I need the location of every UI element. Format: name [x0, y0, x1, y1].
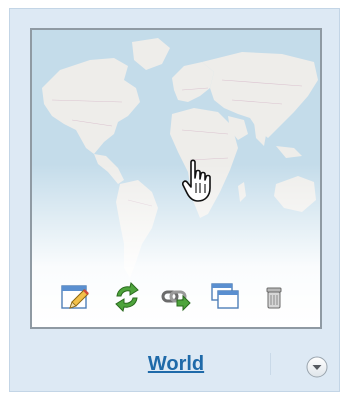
delete-button[interactable] — [259, 282, 289, 312]
link-button[interactable] — [161, 282, 191, 312]
map-thumbnail[interactable] — [30, 28, 322, 329]
map-toolbar — [60, 282, 300, 312]
refresh-button[interactable] — [112, 282, 142, 312]
map-card: World — [9, 8, 340, 392]
link-icon — [161, 290, 191, 312]
open-windows-button[interactable] — [210, 282, 240, 312]
edit-icon — [61, 285, 89, 309]
trash-icon — [266, 287, 282, 309]
options-menu-button[interactable] — [306, 356, 328, 378]
chevron-down-icon — [306, 356, 328, 378]
hand-pointer-icon — [182, 159, 211, 202]
edit-button[interactable] — [60, 282, 90, 312]
refresh-icon — [115, 282, 139, 312]
divider — [270, 353, 271, 375]
map-title-link[interactable]: World — [120, 352, 232, 376]
windows-icon — [211, 283, 239, 309]
